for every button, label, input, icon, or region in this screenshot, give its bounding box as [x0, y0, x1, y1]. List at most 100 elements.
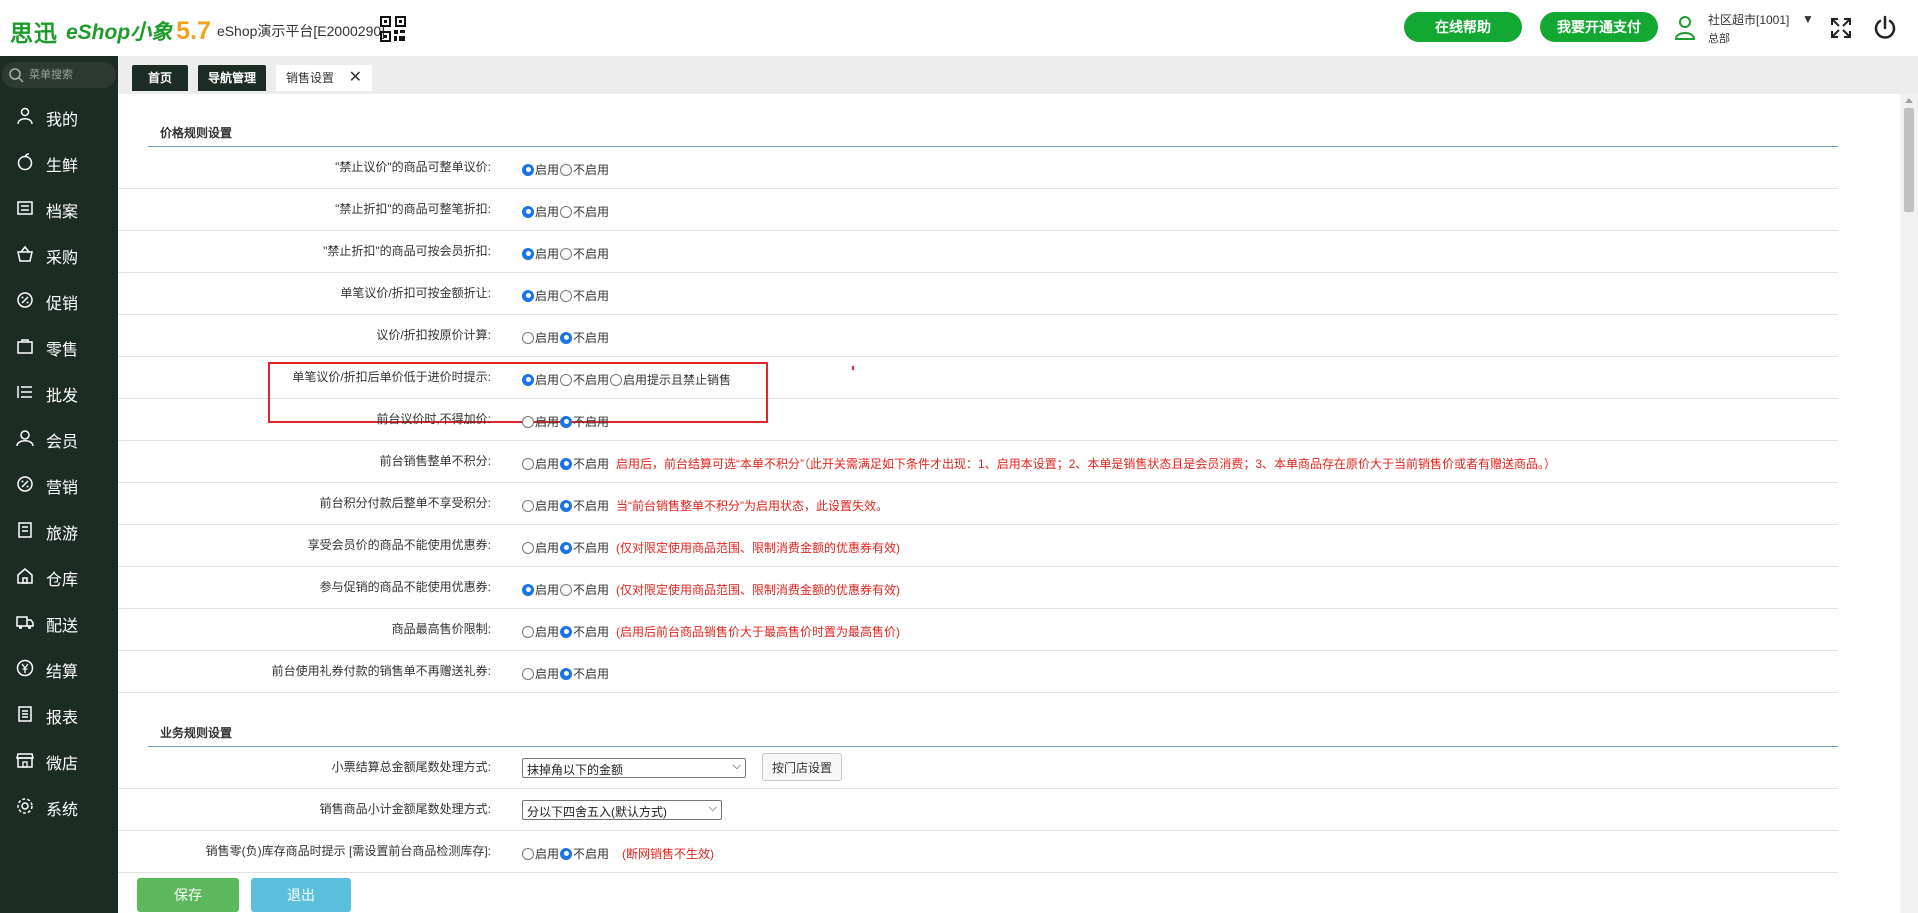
radio-enable[interactable]: 启用: [522, 245, 559, 262]
open-payment-button[interactable]: 我要开通支付: [1540, 12, 1658, 42]
radio-enable[interactable]: 启用: [522, 845, 559, 862]
radio-button[interactable]: [560, 847, 573, 860]
radio-button[interactable]: [560, 583, 573, 596]
setting-label: "禁止折扣"的商品可整笔折扣:: [335, 202, 491, 216]
radio-enable[interactable]: 启用: [522, 665, 559, 682]
store-settings-button[interactable]: 按门店设置: [762, 753, 842, 781]
sidebar-item-report[interactable]: 报表: [0, 694, 118, 734]
sidebar-item-label: 营销: [46, 480, 79, 497]
sidebar-item-mine[interactable]: 我的: [0, 96, 118, 136]
radio-button[interactable]: [560, 415, 573, 428]
bag-icon: [17, 339, 33, 354]
sidebar-item-settlement[interactable]: 结算: [0, 648, 118, 688]
tab-sales-settings[interactable]: 销售设置 ✕: [276, 65, 372, 91]
radio-button[interactable]: [522, 625, 534, 638]
radio-disable[interactable]: 不启用: [560, 161, 609, 178]
radio-disable[interactable]: 不启用: [560, 287, 609, 304]
sidebar-item-microshop[interactable]: 微店: [0, 740, 118, 780]
sidebar-item-retail[interactable]: 零售: [0, 326, 118, 366]
setting-label: 前台议价时,不得加价:: [376, 412, 491, 426]
radio-enable[interactable]: 启用: [522, 413, 559, 430]
sidebar-item-member[interactable]: 会员: [0, 418, 118, 458]
radio-button[interactable]: [522, 499, 534, 512]
radio-button[interactable]: [560, 247, 573, 260]
radio-button[interactable]: [522, 247, 534, 260]
radio-disable[interactable]: 不启用: [560, 329, 609, 346]
menu-search-input[interactable]: [29, 66, 109, 84]
radio-enable[interactable]: 启用: [522, 203, 559, 220]
radio-button[interactable]: [560, 163, 573, 176]
radio-button[interactable]: [522, 163, 534, 176]
sidebar-item-travel[interactable]: 旅游: [0, 510, 118, 550]
radio-disable[interactable]: 不启用: [560, 539, 609, 556]
radio-button[interactable]: [522, 847, 534, 860]
user-menu[interactable]: 社区超市[1001] 总部 ▼: [1674, 10, 1814, 50]
radio-disable[interactable]: 不启用: [560, 203, 609, 220]
radio-disable[interactable]: 不启用: [560, 581, 609, 598]
exit-button[interactable]: 退出: [251, 878, 351, 912]
setting-row: 销售商品小计金额尾数处理方式: 分以下四舍五入(默认方式) ⌵: [118, 789, 1838, 831]
radio-disable[interactable]: 不启用: [560, 497, 609, 514]
radio-label: 启用: [535, 499, 560, 513]
radio-button[interactable]: [522, 205, 534, 218]
dropdown-caret-icon[interactable]: ▼: [1802, 12, 1814, 26]
select-value: 分以下四舍五入(默认方式): [527, 805, 667, 819]
radio-button[interactable]: [560, 541, 573, 554]
scroll-up-arrow-icon[interactable]: [1905, 98, 1913, 103]
radio-disable[interactable]: 不启用: [560, 623, 609, 640]
radio-enable[interactable]: 启用: [522, 497, 559, 514]
radio-button[interactable]: [522, 541, 534, 554]
radio-button[interactable]: [560, 457, 573, 470]
radio-button[interactable]: [560, 205, 573, 218]
radio-enable[interactable]: 启用: [522, 539, 559, 556]
radio-disable[interactable]: 不启用: [560, 845, 609, 862]
sidebar-item-wholesale[interactable]: 批发: [0, 372, 118, 412]
radio-label: 不启用: [573, 289, 610, 303]
fullscreen-icon[interactable]: [1830, 17, 1852, 39]
select-value: 抹掉角以下的金额: [527, 763, 624, 777]
radio-button[interactable]: [522, 289, 534, 302]
sidebar-item-purchase[interactable]: 采购: [0, 234, 118, 274]
radio-enable[interactable]: 启用: [522, 623, 559, 640]
subtotal-rounding-select[interactable]: 分以下四舍五入(默认方式) ⌵: [522, 800, 722, 820]
radio-enable[interactable]: 启用: [522, 455, 559, 472]
sidebar-item-system[interactable]: 系统: [0, 786, 118, 826]
radio-enable[interactable]: 启用: [522, 161, 559, 178]
sidebar-item-fresh[interactable]: 生鲜: [0, 142, 118, 182]
close-icon[interactable]: ✕: [349, 65, 362, 91]
radio-disable[interactable]: 不启用: [560, 413, 609, 430]
vertical-scrollbar[interactable]: [1900, 94, 1918, 913]
radio-button[interactable]: [560, 625, 573, 638]
radio-button[interactable]: [560, 667, 573, 680]
radio-enable[interactable]: 启用: [522, 287, 559, 304]
radio-disable[interactable]: 不启用: [560, 665, 609, 682]
promotion-icon: [17, 292, 33, 308]
radio-disable[interactable]: 不启用: [560, 455, 609, 472]
tab-navigation[interactable]: 导航管理: [198, 65, 266, 91]
radio-button[interactable]: [522, 457, 534, 470]
save-button[interactable]: 保存: [137, 878, 239, 912]
radio-button[interactable]: [522, 583, 534, 596]
radio-button[interactable]: [522, 667, 534, 680]
qr-code-icon[interactable]: [380, 16, 406, 42]
tab-home[interactable]: 首页: [132, 65, 188, 91]
radio-button[interactable]: [522, 415, 534, 428]
scroll-thumb[interactable]: [1904, 108, 1914, 212]
power-icon[interactable]: [1872, 15, 1898, 41]
radio-button[interactable]: [560, 331, 573, 344]
radio-button[interactable]: [560, 289, 573, 302]
sidebar-item-promotion[interactable]: 促销: [0, 280, 118, 320]
sidebar-item-delivery[interactable]: 配送: [0, 602, 118, 642]
online-help-button[interactable]: 在线帮助: [1404, 12, 1522, 42]
radio-disable[interactable]: 不启用: [560, 245, 609, 262]
radio-button[interactable]: [560, 499, 573, 512]
radio-enable[interactable]: 启用: [522, 329, 559, 346]
setting-note: 当“前台销售整单不积分”为启用状态，此设置失效。: [616, 499, 889, 513]
radio-enable[interactable]: 启用: [522, 581, 559, 598]
receipt-rounding-select[interactable]: 抹掉角以下的金额 ⌵: [522, 758, 746, 778]
folder-icon: [17, 201, 33, 215]
sidebar-item-marketing[interactable]: 营销: [0, 464, 118, 504]
sidebar-item-warehouse[interactable]: 仓库: [0, 556, 118, 596]
radio-button[interactable]: [522, 331, 534, 344]
sidebar-item-archive[interactable]: 档案: [0, 188, 118, 228]
